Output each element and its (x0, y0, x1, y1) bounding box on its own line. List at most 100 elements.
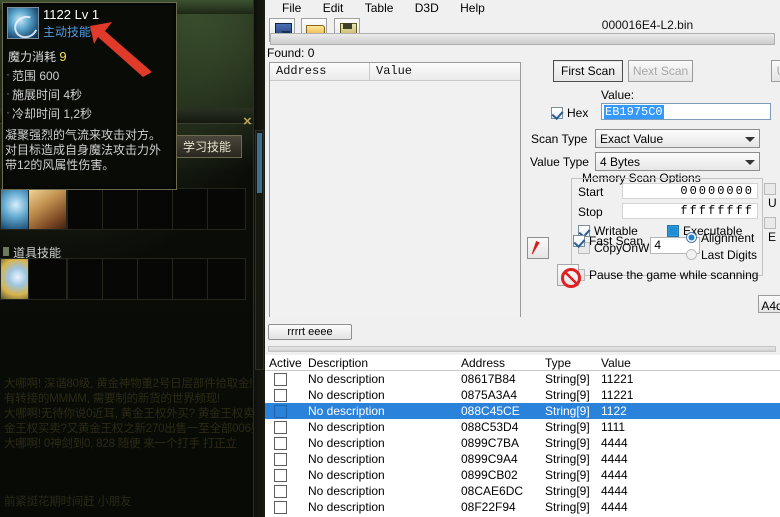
hex-checkbox-group[interactable]: Hex (551, 106, 588, 120)
active-checkbox[interactable] (274, 501, 287, 514)
value-type-select[interactable]: 4 Bytes (595, 152, 760, 171)
row-value: 11221 (601, 372, 634, 386)
active-checkbox[interactable] (274, 389, 287, 402)
mana-cost-label: 魔力消耗 (8, 50, 57, 64)
speedhack-checkbox[interactable] (764, 217, 776, 229)
annotation-arrow-game (90, 22, 152, 77)
item-slot-empty[interactable] (137, 258, 176, 300)
active-checkbox[interactable] (274, 453, 287, 466)
skill-slot-arm[interactable] (28, 188, 67, 230)
stop-scan-icon[interactable] (557, 264, 581, 288)
mana-cost-value: 9 (59, 49, 67, 64)
row-address: 08F22F94 (461, 500, 516, 514)
row-address: 088C53D4 (461, 420, 519, 434)
unrandomizer-checkbox-group[interactable]: U (764, 182, 780, 210)
start-address-input[interactable]: 00000000 (622, 183, 758, 199)
menu-d3d[interactable]: D3D (406, 1, 448, 15)
a4d-button[interactable]: A4d (758, 295, 780, 313)
skill-slot-empty[interactable] (172, 188, 211, 230)
menu-bar: File Edit Table D3D Help (265, 0, 780, 16)
table-text-button[interactable]: rrrrt eeee (268, 324, 352, 340)
last-digits-label: Last Digits (701, 248, 758, 262)
item-slot-empty[interactable] (102, 258, 141, 300)
menu-table[interactable]: Table (356, 1, 403, 15)
horizontal-splitter[interactable] (268, 346, 776, 352)
active-checkbox[interactable] (274, 373, 287, 386)
table-row-selected[interactable]: No description 088C45CE String[9] 1122 (265, 403, 780, 419)
column-header-type[interactable]: Type (545, 356, 571, 370)
active-checkbox[interactable] (274, 405, 287, 418)
column-header-value[interactable]: Value (601, 356, 631, 370)
table-row[interactable]: No description 088C53D4 String[9] 1111 (265, 419, 780, 435)
chat-line: 大哪啊!无待你说0近耳, 黄金王权外买? 黄金王权卖 (4, 408, 253, 420)
last-digits-radio-group[interactable]: Last Digits (686, 248, 757, 262)
close-icon[interactable]: × (243, 113, 252, 130)
row-address: 0899C7BA (461, 436, 520, 450)
item-slot-empty[interactable] (172, 258, 211, 300)
row-address: 088C45CE (461, 404, 520, 418)
scan-results-list[interactable]: Address Value (269, 62, 521, 317)
menu-edit[interactable]: Edit (314, 1, 353, 15)
learn-skill-tab[interactable]: 学习技能 (172, 135, 242, 158)
skill-stat: 施展时间 4秒 (3, 85, 176, 104)
scan-progress-bar (270, 33, 775, 45)
chat-line: 大哪啊! 0神剑到0, 828 随便 来一个打手 打正立 (4, 438, 237, 450)
stop-label: Stop (578, 205, 603, 219)
stop-address-input[interactable]: ffffffff (622, 203, 758, 219)
active-checkbox[interactable] (274, 437, 287, 450)
row-value: 4444 (601, 468, 628, 482)
column-header-active[interactable]: Active (269, 356, 302, 370)
unrandomizer-label: U (768, 196, 777, 210)
skill-slot-empty[interactable] (207, 188, 246, 230)
item-slot-empty[interactable] (207, 258, 246, 300)
column-header-address[interactable]: Address (461, 356, 505, 370)
row-description: No description (308, 404, 385, 418)
table-row[interactable]: No description 08CAE6DC String[9] 4444 (265, 483, 780, 499)
chat-line: 前紧挺花期时间赶 小朋友 (4, 496, 132, 508)
column-header-description[interactable]: Description (308, 356, 368, 370)
first-scan-button[interactable]: First Scan (553, 60, 623, 82)
undo-scan-button[interactable]: Undo (771, 60, 780, 82)
address-table: Active Description Address Type Value No… (265, 355, 780, 517)
row-description: No description (308, 484, 385, 498)
table-row[interactable]: No description 0899CB02 String[9] 4444 (265, 467, 780, 483)
alignment-radio-group[interactable]: Alignment (686, 231, 754, 245)
item-slot-empty[interactable] (67, 258, 106, 300)
last-digits-radio[interactable] (686, 249, 697, 260)
speedhack-checkbox-group[interactable]: E (764, 216, 780, 244)
pointer-tool-icon[interactable] (527, 237, 549, 259)
table-row[interactable]: No description 08F22F94 String[9] 4444 (265, 499, 780, 515)
active-checkbox[interactable] (274, 421, 287, 434)
speedhack-label: E (768, 230, 777, 244)
column-header-value[interactable]: Value (370, 63, 515, 81)
table-row[interactable]: No description 0899C9A4 String[9] 4444 (265, 451, 780, 467)
skill-description: 凝聚强烈的气流来攻击对方。对目标造成自身魔法攻击力外带12的风属性伤害。 (5, 128, 162, 172)
active-checkbox[interactable] (274, 469, 287, 482)
table-row[interactable]: No description 0899C7BA String[9] 4444 (265, 435, 780, 451)
hex-checkbox[interactable] (551, 107, 563, 119)
row-type: String[9] (545, 484, 590, 498)
fast-scan-checkbox[interactable] (573, 235, 585, 247)
skill-slot-empty[interactable] (67, 188, 106, 230)
table-row[interactable]: No description 0875A3A4 String[9] 11221 (265, 387, 780, 403)
alignment-radio[interactable] (686, 232, 697, 243)
value-label: Value: (601, 88, 635, 102)
column-header-address[interactable]: Address (270, 63, 370, 81)
unrandomizer-checkbox[interactable] (764, 183, 776, 195)
skill-slot-empty[interactable] (102, 188, 141, 230)
row-type: String[9] (545, 404, 590, 418)
active-checkbox[interactable] (274, 485, 287, 498)
row-value: 1122 (601, 404, 627, 418)
cheat-engine-window: File Edit Table D3D Help 000016E4-L2.bin… (265, 0, 780, 517)
table-row[interactable]: No description 08617B84 String[9] 11221 (265, 371, 780, 387)
item-slot-empty[interactable] (28, 258, 67, 300)
pause-game-checkbox-group[interactable]: Pause the game while scanning (573, 268, 758, 282)
scan-type-value: Exact Value (600, 132, 664, 146)
scan-value-input[interactable]: EB1975C0 (601, 103, 771, 120)
scan-type-select[interactable]: Exact Value (595, 129, 760, 148)
game-scrollbar[interactable] (255, 130, 264, 370)
menu-help[interactable]: Help (451, 1, 494, 15)
menu-file[interactable]: File (273, 1, 310, 15)
skill-slot-empty[interactable] (137, 188, 176, 230)
next-scan-button[interactable]: Next Scan (628, 60, 693, 82)
